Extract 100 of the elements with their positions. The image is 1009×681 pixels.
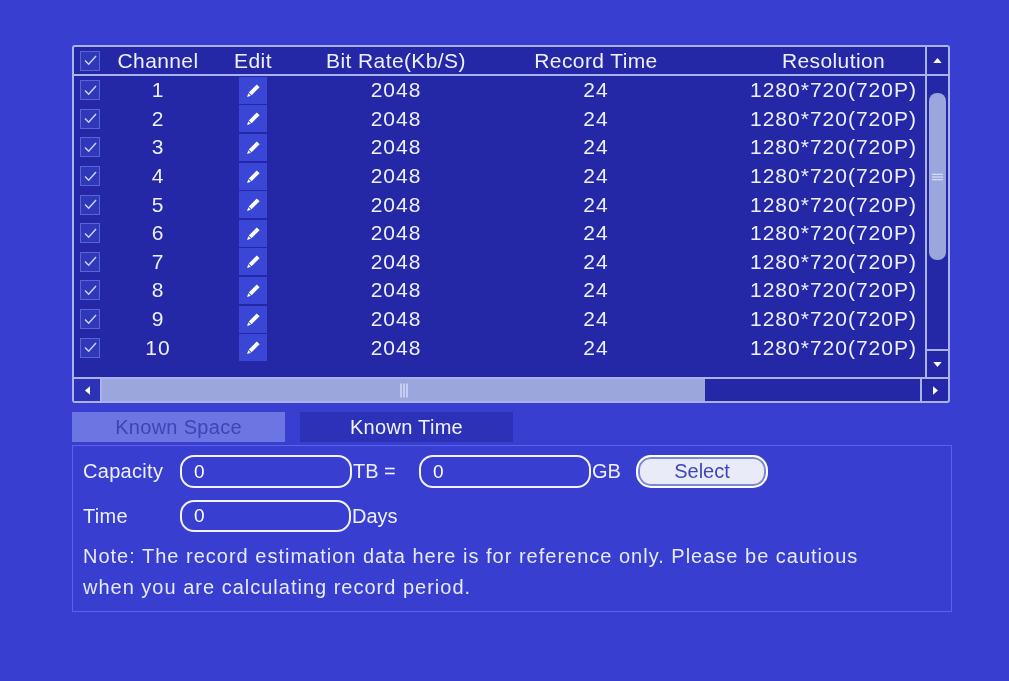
row-checkbox[interactable] bbox=[80, 108, 100, 129]
resolution-cell: 1280*720(720P) bbox=[750, 221, 917, 246]
record-time-cell: 24 bbox=[583, 278, 609, 303]
capacity-gb-field[interactable]: 0 bbox=[419, 455, 591, 488]
resolution-cell: 1280*720(720P) bbox=[750, 278, 917, 303]
row-checkbox[interactable] bbox=[80, 337, 100, 358]
column-header: Resolution bbox=[781, 48, 886, 73]
scrollbar-thumb[interactable] bbox=[929, 93, 946, 260]
channel-cell: 10 bbox=[145, 335, 171, 360]
record-time-cell: 24 bbox=[583, 307, 609, 332]
pencil-icon bbox=[245, 82, 261, 98]
scroll-up-button[interactable] bbox=[927, 47, 948, 76]
channel-cell: 6 bbox=[151, 221, 165, 246]
row-checkbox[interactable] bbox=[80, 80, 100, 101]
resolution-cell: 1280*720(720P) bbox=[750, 135, 917, 160]
down-arrow-icon bbox=[933, 361, 942, 367]
row-checkbox[interactable] bbox=[80, 137, 100, 158]
bit-rate-cell: 2048 bbox=[370, 307, 422, 332]
record-time-cell: 24 bbox=[583, 221, 609, 246]
channel-cell: 4 bbox=[151, 164, 165, 189]
pencil-icon bbox=[245, 225, 261, 241]
edit-button[interactable] bbox=[239, 105, 267, 133]
checkmark-icon bbox=[83, 342, 97, 354]
pencil-icon bbox=[245, 311, 261, 327]
resolution-cell: 1280*720(720P) bbox=[750, 192, 917, 217]
pencil-icon bbox=[245, 340, 261, 356]
row-checkbox[interactable] bbox=[80, 309, 100, 330]
scroll-left-button[interactable] bbox=[74, 379, 102, 401]
bit-rate-cell: 2048 bbox=[370, 249, 422, 274]
time-field[interactable]: 0 bbox=[180, 500, 351, 532]
column-header: Bit Rate(Kb/S) bbox=[326, 48, 466, 73]
edit-button[interactable] bbox=[239, 162, 267, 190]
note-text: Note: The record estimation data here is for reference only. Please be cautious when you are calculating record period. bbox=[83, 544, 860, 600]
checkmark-icon bbox=[83, 256, 97, 268]
bit-rate-cell: 2048 bbox=[370, 221, 422, 246]
resolution-cell: 1280*720(720P) bbox=[750, 106, 917, 131]
checkmark-icon bbox=[83, 284, 97, 296]
checkmark-icon bbox=[83, 113, 97, 125]
resolution-cell: 1280*720(720P) bbox=[750, 164, 917, 189]
record-time-cell: 24 bbox=[583, 135, 609, 160]
channel-cell: 2 bbox=[151, 106, 165, 131]
capacity-label: Capacity bbox=[83, 460, 165, 483]
row-checkbox[interactable] bbox=[80, 194, 100, 215]
record-time-cell: 24 bbox=[583, 106, 609, 131]
left-arrow-icon bbox=[84, 385, 90, 395]
row-checkbox[interactable] bbox=[80, 223, 100, 244]
channel-cell: 8 bbox=[151, 278, 165, 303]
up-arrow-icon bbox=[933, 58, 942, 63]
column-header: Record Time bbox=[534, 48, 658, 73]
channel-cell: 9 bbox=[151, 307, 165, 332]
scrollbar-thumb[interactable] bbox=[102, 379, 705, 401]
checkmark-icon bbox=[83, 170, 97, 182]
row-checkbox[interactable] bbox=[80, 280, 100, 301]
pencil-icon bbox=[245, 282, 261, 298]
record-time-cell: 24 bbox=[583, 335, 609, 360]
edit-button[interactable] bbox=[239, 248, 267, 276]
column-header: Channel bbox=[117, 48, 199, 73]
checkmark-icon bbox=[83, 84, 97, 96]
record-time-cell: 24 bbox=[583, 249, 609, 274]
channel-cell: 7 bbox=[151, 249, 165, 274]
column-header: Edit bbox=[234, 48, 272, 73]
pencil-icon bbox=[245, 254, 261, 270]
unit-label: Days bbox=[352, 504, 398, 528]
pencil-icon bbox=[245, 197, 261, 213]
checkmark-icon bbox=[83, 227, 97, 239]
edit-button[interactable] bbox=[239, 76, 267, 104]
grip-icon bbox=[399, 382, 408, 398]
select-all-checkbox[interactable] bbox=[80, 50, 100, 71]
right-arrow-icon bbox=[932, 385, 938, 395]
channel-cell: 1 bbox=[151, 78, 165, 103]
checkmark-icon bbox=[83, 199, 97, 211]
pencil-icon bbox=[245, 168, 261, 184]
checkmark-icon bbox=[83, 55, 97, 66]
edit-button[interactable] bbox=[239, 276, 267, 304]
select-button[interactable]: Select bbox=[636, 455, 768, 488]
bit-rate-cell: 2048 bbox=[370, 106, 422, 131]
bit-rate-cell: 2048 bbox=[370, 192, 422, 217]
edit-button[interactable] bbox=[239, 305, 267, 333]
tab[interactable]: Known Time bbox=[300, 412, 513, 442]
resolution-cell: 1280*720(720P) bbox=[750, 249, 917, 274]
row-checkbox[interactable] bbox=[80, 251, 100, 272]
edit-button[interactable] bbox=[239, 191, 267, 219]
channel-cell: 5 bbox=[151, 192, 165, 217]
record-time-cell: 24 bbox=[583, 78, 609, 103]
edit-button[interactable] bbox=[239, 334, 267, 362]
time-label: Time bbox=[83, 504, 129, 528]
checkmark-icon bbox=[83, 142, 97, 153]
row-checkbox[interactable] bbox=[80, 166, 100, 187]
edit-button[interactable] bbox=[239, 219, 267, 247]
record-time-cell: 24 bbox=[583, 164, 609, 189]
edit-button[interactable] bbox=[239, 134, 267, 161]
resolution-cell: 1280*720(720P) bbox=[750, 307, 917, 332]
bit-rate-cell: 2048 bbox=[370, 335, 422, 360]
resolution-cell: 1280*720(720P) bbox=[750, 335, 917, 360]
bit-rate-cell: 2048 bbox=[370, 78, 422, 103]
pencil-icon bbox=[245, 111, 261, 127]
checkmark-icon bbox=[83, 313, 97, 325]
record-time-cell: 24 bbox=[583, 192, 609, 217]
bit-rate-cell: 2048 bbox=[370, 135, 422, 160]
capacity-tb-field[interactable]: 0 bbox=[180, 455, 352, 488]
